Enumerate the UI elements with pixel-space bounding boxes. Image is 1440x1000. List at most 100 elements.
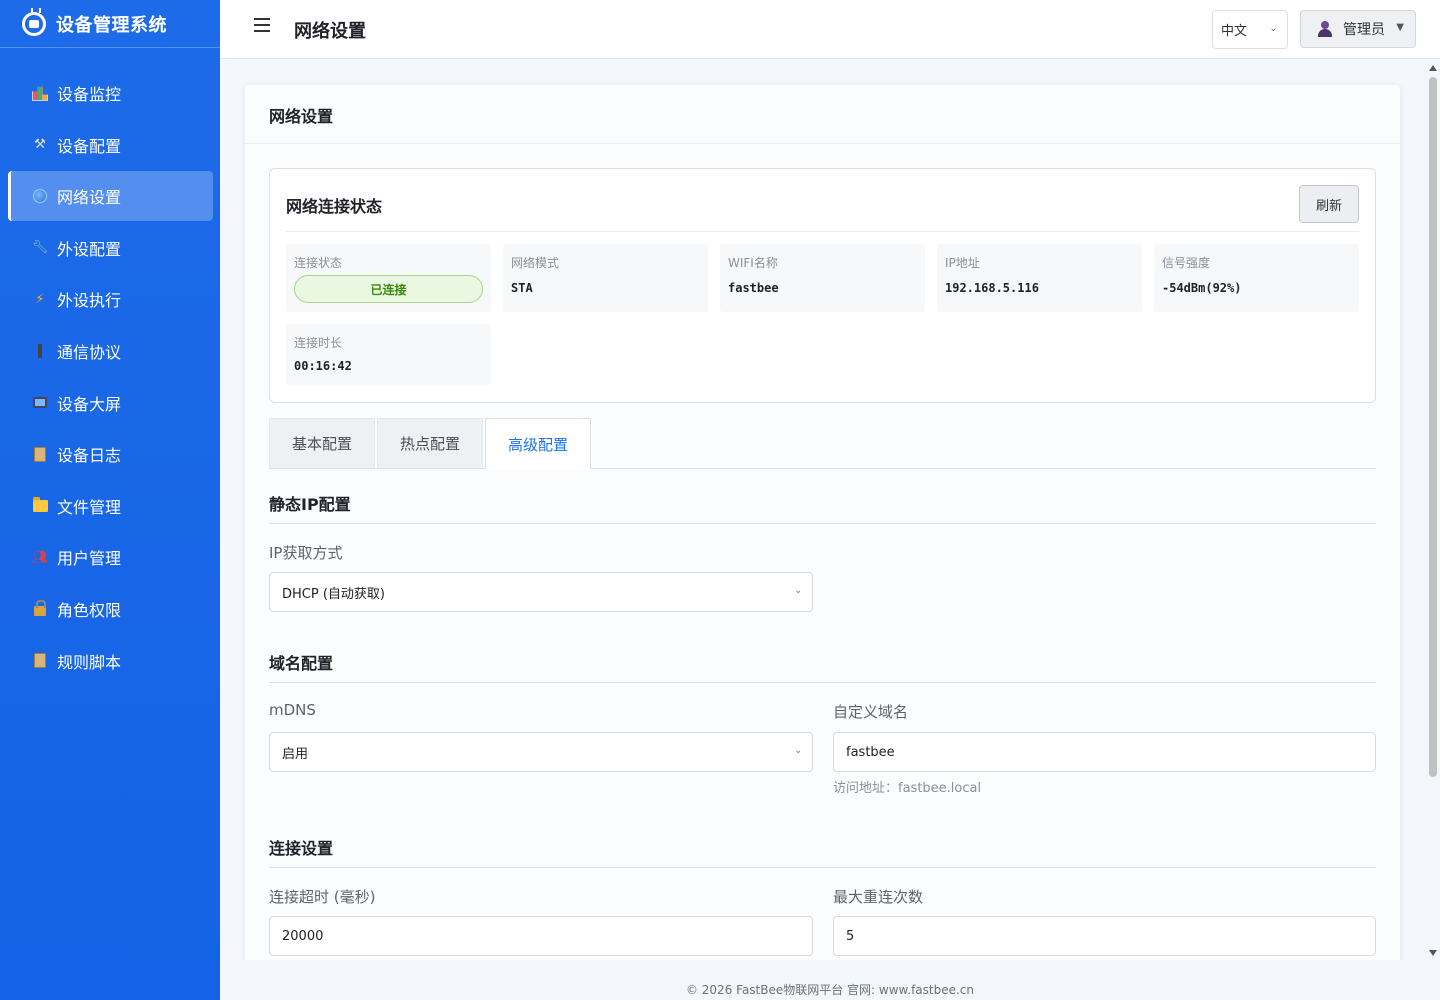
stat-uptime: 连接时长 00:16:42 bbox=[286, 324, 491, 385]
custom-domain-value: fastbee bbox=[846, 744, 895, 760]
sidebar-item-device-log[interactable]: 设备日志 bbox=[8, 429, 213, 479]
ip-method-value: DHCP (自动获取) bbox=[282, 586, 385, 602]
stat-label: IP地址 bbox=[945, 256, 980, 270]
tab-hotspot-config[interactable]: 热点配置 bbox=[377, 418, 483, 468]
scroll-down-icon[interactable] bbox=[1429, 950, 1437, 956]
stat-value: 00:16:42 bbox=[294, 359, 352, 373]
sidebar-item-role-permission[interactable]: 角色权限 bbox=[8, 584, 213, 634]
scroll-icon bbox=[32, 653, 48, 669]
timeout-label: 连接超时 (毫秒) bbox=[269, 888, 376, 906]
mdns-value: 启用 bbox=[282, 746, 309, 762]
access-url-hint: 访问地址：fastbee.local bbox=[833, 781, 982, 796]
chevron-down-icon: ⌄ bbox=[794, 586, 802, 596]
sidebar: 设备管理系统 设备监控 ⚒ 设备配置 网络设置 🔧︎ 外设配置 ⚡︎ 外设执行 … bbox=[0, 0, 220, 1000]
language-value: 中文 bbox=[1221, 24, 1248, 39]
sidebar-item-label: 网络设置 bbox=[57, 188, 122, 208]
globe-icon bbox=[32, 188, 48, 204]
chevron-down-icon: ⌄ bbox=[1269, 24, 1277, 34]
sidebar-item-label: 通信协议 bbox=[57, 342, 122, 362]
menu-toggle-icon[interactable] bbox=[254, 18, 270, 32]
sidebar-item-label: 外设配置 bbox=[57, 239, 122, 259]
bar-chart-icon bbox=[32, 86, 48, 101]
sidebar-item-label: 角色权限 bbox=[57, 600, 122, 620]
brand[interactable]: 设备管理系统 bbox=[0, 0, 220, 48]
tab-basic-config[interactable]: 基本配置 bbox=[269, 418, 375, 468]
user-menu-button[interactable]: 管理员 ▼ bbox=[1300, 10, 1416, 48]
sidebar-item-user-manager[interactable]: 👥︎ 用户管理 bbox=[8, 532, 213, 582]
max-retries-label: 最大重连次数 bbox=[833, 888, 924, 906]
sidebar-item-label: 设备大屏 bbox=[57, 394, 122, 414]
custom-domain-label: 自定义域名 bbox=[833, 703, 909, 721]
max-retries-value: 5 bbox=[846, 928, 855, 944]
sidebar-item-label: 文件管理 bbox=[57, 497, 122, 517]
stat-network-mode: 网络模式 STA bbox=[503, 244, 708, 312]
tab-advanced-config[interactable]: 高级配置 bbox=[485, 418, 591, 469]
wrench-icon: 🔧︎ bbox=[31, 240, 49, 256]
timeout-value: 20000 bbox=[282, 928, 324, 944]
sidebar-item-label: 规则脚本 bbox=[57, 652, 122, 672]
mdns-label: mDNS bbox=[269, 701, 316, 719]
divider bbox=[269, 523, 1376, 524]
status-title: 网络连接状态 bbox=[286, 197, 383, 216]
sidebar-item-label: 用户管理 bbox=[57, 549, 122, 569]
divider bbox=[269, 867, 1376, 868]
page-scrollbar[interactable] bbox=[1426, 60, 1440, 960]
stat-value: 192.168.5.116 bbox=[945, 281, 1039, 295]
caret-down-icon: ▼ bbox=[1396, 22, 1404, 33]
chevron-down-icon: ⌄ bbox=[794, 746, 802, 756]
stat-wifi-name: WIFI名称 fastbee bbox=[720, 244, 925, 312]
sidebar-item-file-manager[interactable]: 文件管理 bbox=[8, 481, 213, 531]
monitor-icon bbox=[32, 395, 48, 411]
sidebar-item-peripheral-exec[interactable]: ⚡︎ 外设执行 bbox=[8, 274, 213, 324]
section-title-connection: 连接设置 bbox=[269, 839, 334, 858]
folder-icon bbox=[32, 496, 48, 514]
stat-ip-address: IP地址 192.168.5.116 bbox=[937, 244, 1142, 312]
ip-method-label: IP获取方式 bbox=[269, 544, 343, 562]
lightning-icon: ⚡︎ bbox=[35, 291, 45, 307]
scrollbar-thumb[interactable] bbox=[1429, 77, 1437, 777]
sidebar-item-protocol[interactable]: 通信协议 bbox=[8, 326, 213, 376]
refresh-button[interactable]: 刷新 bbox=[1299, 185, 1359, 223]
users-icon: 👥︎ bbox=[31, 549, 49, 565]
sidebar-item-device-config[interactable]: ⚒ 设备配置 bbox=[8, 120, 213, 170]
network-settings-card: 网络设置 网络连接状态 刷新 连接状态 已连接 网络模式 STA WIFI名称 … bbox=[245, 85, 1400, 985]
ip-method-select[interactable]: DHCP (自动获取) ⌄ bbox=[269, 572, 813, 612]
sidebar-item-network-settings[interactable]: 网络设置 bbox=[8, 171, 213, 222]
footer-text: © 2026 FastBee物联网平台 官网: www.fastbee.cn bbox=[685, 982, 975, 997]
stat-value: -54dBm(92%) bbox=[1162, 281, 1242, 295]
mdns-select[interactable]: 启用 ⌄ bbox=[269, 732, 813, 772]
stat-label: WIFI名称 bbox=[728, 256, 778, 270]
footer: © 2026 FastBee物联网平台 官网: www.fastbee.cn bbox=[220, 960, 1440, 1000]
scroll-up-icon[interactable] bbox=[1429, 65, 1437, 71]
plug-icon bbox=[32, 343, 48, 359]
sidebar-item-label: 设备监控 bbox=[57, 85, 122, 104]
tools-icon: ⚒ bbox=[34, 137, 46, 153]
stat-label: 连接时长 bbox=[294, 336, 343, 350]
stat-label: 网络模式 bbox=[511, 256, 560, 270]
language-select[interactable]: 中文 ⌄ bbox=[1212, 10, 1288, 49]
status-badge: 已连接 bbox=[294, 275, 483, 303]
sidebar-item-rule-script[interactable]: 规则脚本 bbox=[8, 636, 213, 686]
stat-label: 连接状态 bbox=[294, 256, 343, 270]
divider bbox=[286, 231, 1359, 232]
top-header: 网络设置 中文 ⌄ 管理员 ▼ bbox=[220, 0, 1440, 59]
stat-value: STA bbox=[511, 281, 533, 295]
sidebar-item-big-screen[interactable]: 设备大屏 bbox=[8, 378, 213, 428]
max-retries-input[interactable]: 5 bbox=[833, 916, 1376, 956]
network-status-panel: 网络连接状态 刷新 连接状态 已连接 网络模式 STA WIFI名称 fastb… bbox=[269, 168, 1376, 403]
stat-connection-status: 连接状态 已连接 bbox=[286, 244, 491, 312]
page-title: 网络设置 bbox=[294, 21, 366, 42]
timeout-input[interactable]: 20000 bbox=[269, 916, 813, 956]
user-avatar-icon bbox=[1317, 21, 1333, 37]
sidebar-item-device-monitor[interactable]: 设备监控 bbox=[8, 68, 213, 118]
stat-label: 信号强度 bbox=[1162, 256, 1211, 270]
scroll-icon bbox=[32, 446, 48, 462]
card-title: 网络设置 bbox=[245, 85, 1400, 144]
robot-logo-icon bbox=[22, 7, 46, 36]
sidebar-item-label: 设备日志 bbox=[57, 446, 122, 466]
sidebar-item-label: 设备配置 bbox=[57, 136, 122, 156]
lock-icon bbox=[32, 599, 48, 617]
sidebar-item-peripheral-config[interactable]: 🔧︎ 外设配置 bbox=[8, 223, 213, 273]
custom-domain-input[interactable]: fastbee bbox=[833, 732, 1376, 772]
user-name: 管理员 bbox=[1343, 22, 1385, 38]
